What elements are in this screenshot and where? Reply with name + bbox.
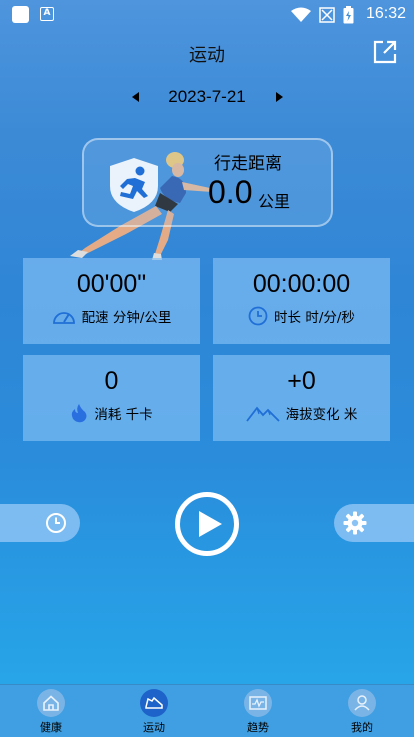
- tab-mine-label: 我的: [351, 721, 373, 734]
- play-icon: [199, 511, 222, 537]
- tab-sport[interactable]: 运动: [114, 685, 194, 737]
- wifi-icon: [291, 7, 311, 22]
- settings-button[interactable]: [334, 504, 414, 542]
- calories-label: 消耗 千卡: [94, 407, 153, 423]
- date-navigator: 2023-7-21: [0, 86, 414, 110]
- app-notification-icon: A: [40, 7, 54, 21]
- prev-date-button[interactable]: [132, 92, 139, 102]
- tab-sport-label: 运动: [143, 721, 165, 734]
- distance-unit: 公里: [258, 192, 291, 211]
- altitude-card: +0 海拔变化 米: [213, 355, 390, 441]
- gear-icon: [343, 511, 367, 535]
- current-date: 2023-7-21: [168, 87, 246, 106]
- notification-square-icon: [12, 6, 29, 23]
- clock-icon: [248, 306, 268, 326]
- pace-label: 配速 分钟/公里: [81, 310, 172, 326]
- distance-card: 行走距离 0.0 公里: [82, 138, 333, 227]
- no-signal-icon: [319, 7, 335, 23]
- trend-icon: [244, 689, 272, 717]
- next-date-button[interactable]: [276, 92, 283, 102]
- status-time: 16:32: [365, 5, 406, 22]
- duration-card: 00:00:00 时长 时/分/秒: [213, 258, 390, 344]
- bottom-tab-bar: 健康 运动 趋势 我的: [0, 684, 414, 737]
- history-button[interactable]: [0, 504, 80, 542]
- share-icon[interactable]: [372, 39, 398, 65]
- mountain-icon: [245, 406, 280, 422]
- start-button[interactable]: [175, 492, 239, 556]
- duration-value: 00:00:00: [252, 270, 351, 298]
- distance-label: 行走距离: [214, 154, 282, 174]
- status-icons: [291, 6, 354, 24]
- altitude-value: +0: [287, 367, 316, 395]
- history-clock-icon: [46, 513, 66, 533]
- duration-label: 时长 时/分/秒: [274, 310, 355, 326]
- shoe-icon: [140, 689, 168, 717]
- tab-trend-label: 趋势: [247, 721, 269, 734]
- flame-icon: [72, 404, 87, 423]
- calories-card: 0 消耗 千卡: [23, 355, 200, 441]
- calories-value: 0: [104, 367, 119, 395]
- running-shield-icon: [110, 158, 158, 212]
- pace-card: 00'00" 配速 分钟/公里: [23, 258, 200, 344]
- battery-charging-icon: [343, 6, 354, 24]
- distance-value: 0.0: [208, 174, 253, 210]
- speedometer-icon: [52, 312, 75, 324]
- tab-health[interactable]: 健康: [11, 685, 91, 737]
- altitude-label: 海拔变化 米: [285, 407, 358, 423]
- home-icon: [37, 689, 65, 717]
- app-bar: 运动: [0, 30, 414, 74]
- status-bar: A 16:32: [0, 0, 414, 30]
- tab-trend[interactable]: 趋势: [218, 685, 298, 737]
- person-icon: [348, 689, 376, 717]
- pace-value: 00'00": [76, 270, 147, 298]
- page-title: 运动: [189, 45, 225, 66]
- tab-mine[interactable]: 我的: [322, 685, 402, 737]
- tab-health-label: 健康: [40, 721, 62, 734]
